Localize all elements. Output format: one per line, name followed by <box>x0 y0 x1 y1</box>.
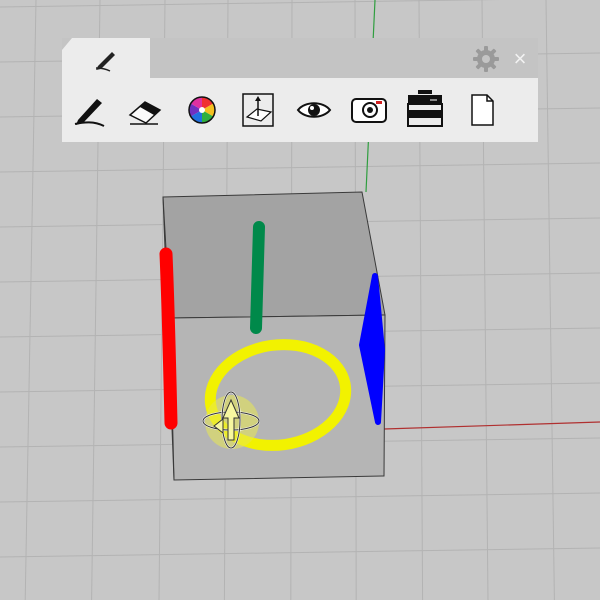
green-stroke <box>250 221 265 334</box>
cube-top-face[interactable] <box>162 191 386 319</box>
red-stroke <box>159 247 178 430</box>
gear-icon <box>473 46 499 72</box>
visibility-toggle[interactable] <box>294 90 334 130</box>
eraser-icon <box>128 101 162 125</box>
printer-icon <box>407 90 443 127</box>
eraser-tool[interactable] <box>124 90 164 130</box>
grid-line <box>0 547 600 558</box>
pen-icon <box>74 99 105 127</box>
close-icon: × <box>513 46 527 71</box>
sketch-toolbar: × <box>62 38 538 142</box>
cube-object[interactable] <box>162 191 386 481</box>
grid-line <box>24 0 37 600</box>
grid-line <box>545 0 555 600</box>
print-tool[interactable] <box>404 90 444 130</box>
grid-line <box>0 0 501 8</box>
grid-line <box>0 492 600 503</box>
color-picker[interactable] <box>182 90 222 130</box>
new-page-tool[interactable] <box>462 90 502 130</box>
grid-line <box>0 162 600 173</box>
settings-button[interactable] <box>472 45 500 73</box>
page-icon <box>471 94 494 126</box>
eye-icon <box>296 102 332 118</box>
red-axis-line <box>383 421 600 430</box>
capture-tool[interactable] <box>349 90 389 130</box>
pen-icon <box>95 52 115 72</box>
drawing-plane-icon <box>242 93 274 127</box>
plane-tool[interactable] <box>238 90 278 130</box>
close-button[interactable]: × <box>508 47 532 71</box>
pen-tool[interactable] <box>70 90 110 130</box>
toolbar-tools <box>62 78 538 142</box>
color-wheel-icon <box>188 96 216 124</box>
tab-draw[interactable] <box>62 38 150 78</box>
camera-icon <box>351 98 387 123</box>
